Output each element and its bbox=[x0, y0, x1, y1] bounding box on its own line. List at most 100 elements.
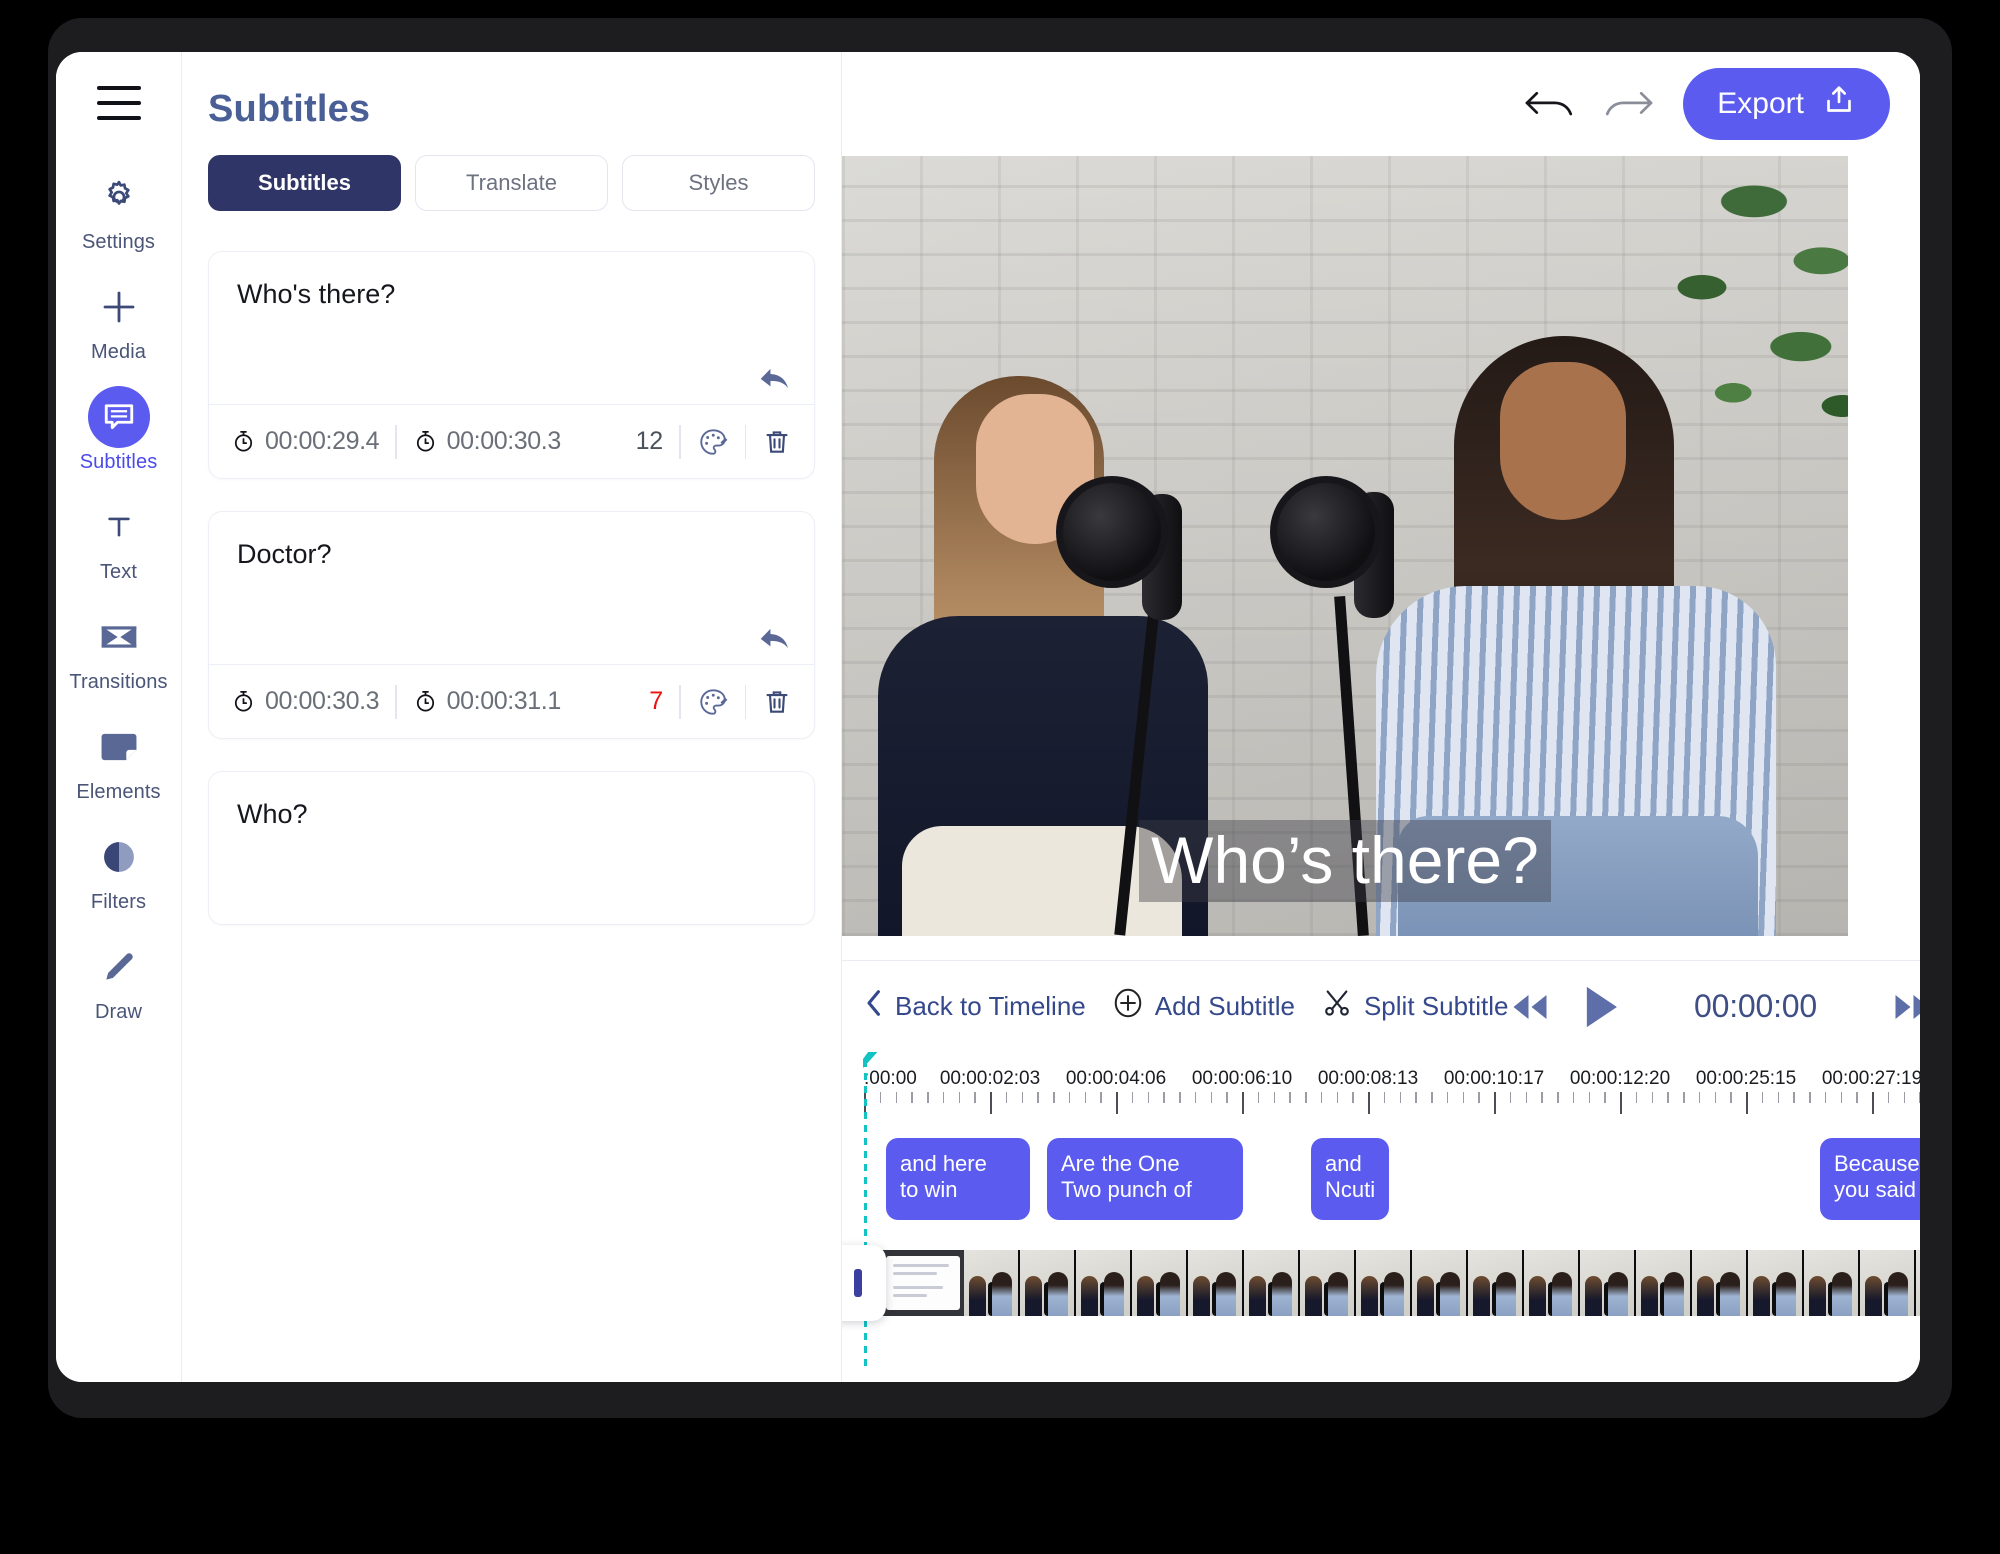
ruler-tick-label: 00:00:12:20 bbox=[1569, 1068, 1671, 1089]
ruler-tick bbox=[1242, 1092, 1244, 1114]
ruler-minor-tick bbox=[1919, 1092, 1920, 1103]
ruler-minor-tick bbox=[1840, 1092, 1842, 1103]
subtitle-clip[interactable]: and Ncuti bbox=[1311, 1138, 1389, 1220]
contrast-circle-icon bbox=[88, 826, 150, 888]
back-to-timeline-button[interactable]: Back to Timeline bbox=[864, 988, 1086, 1025]
ruler-minor-tick bbox=[1714, 1092, 1716, 1103]
subtitle-card[interactable]: Doctor? 00:00:30.3 00:00:31.1 7 bbox=[208, 511, 815, 739]
subtitle-end-time[interactable]: 00:00:31.1 bbox=[413, 687, 561, 716]
undo-arrow-icon[interactable] bbox=[1523, 85, 1575, 123]
sidebar-item-label: Transitions bbox=[69, 671, 168, 693]
sidebar-item-text[interactable]: Text bbox=[56, 496, 181, 584]
export-button[interactable]: Export bbox=[1683, 68, 1890, 140]
tab-subtitles[interactable]: Subtitles bbox=[208, 155, 401, 211]
ruler-minor-tick bbox=[895, 1092, 897, 1103]
ruler-minor-tick bbox=[1336, 1092, 1338, 1103]
app-window: Settings Media Subtitles Text Transition… bbox=[56, 52, 1920, 1382]
microphone-right bbox=[1242, 466, 1492, 936]
subtitle-text: Who? bbox=[237, 799, 308, 829]
filmstrip-frame bbox=[1804, 1250, 1860, 1316]
ruler-minor-tick bbox=[1320, 1092, 1323, 1103]
reply-arrow-icon[interactable] bbox=[754, 362, 796, 396]
subtitle-start-time[interactable]: 00:00:29.4 bbox=[231, 427, 380, 456]
filmstrip-frame bbox=[1188, 1250, 1244, 1316]
hamburger-menu-icon[interactable] bbox=[96, 86, 141, 120]
split-subtitle-button[interactable]: Split Subtitle bbox=[1321, 987, 1509, 1026]
subtitle-clip[interactable]: and here to win bbox=[886, 1138, 1030, 1220]
ruler-minor-tick bbox=[1698, 1092, 1701, 1103]
ruler-minor-tick bbox=[1651, 1092, 1653, 1103]
ruler-minor-tick bbox=[1273, 1092, 1275, 1103]
subtitle-text-editor[interactable]: Who's there? bbox=[209, 252, 814, 404]
sidebar-item-media[interactable]: Media bbox=[56, 276, 181, 364]
filmstrip-frame bbox=[1356, 1250, 1412, 1316]
editor-main-area: Export Who’s there? Back to Timeline Add… bbox=[842, 52, 1920, 1382]
trash-icon[interactable] bbox=[762, 427, 792, 457]
ruler-minor-tick bbox=[1761, 1092, 1764, 1103]
end-time-value: 00:00:31.1 bbox=[446, 687, 562, 715]
subtitle-text-editor[interactable]: Doctor? bbox=[209, 512, 814, 664]
subtitle-text: Doctor? bbox=[237, 539, 332, 569]
microphone-left bbox=[1022, 476, 1272, 936]
timeline-area[interactable]: :00:00 00:00:02:03 00:00:04:06 00:00:06:10 0… bbox=[842, 1052, 1920, 1382]
divider bbox=[679, 424, 681, 459]
ruler-minor-tick bbox=[1163, 1092, 1165, 1103]
ruler-minor-tick bbox=[1667, 1092, 1669, 1103]
filmstrip-frame bbox=[1860, 1250, 1916, 1316]
top-toolbar: Export bbox=[842, 52, 1920, 156]
filmstrip-frame bbox=[1300, 1250, 1356, 1316]
ruler-tick bbox=[1368, 1092, 1370, 1114]
sidebar-item-draw[interactable]: Draw bbox=[56, 936, 181, 1024]
fast-forward-icon[interactable] bbox=[1891, 991, 1920, 1023]
sidebar-item-elements[interactable]: Elements bbox=[56, 716, 181, 804]
video-filmstrip-track[interactable] bbox=[864, 1250, 1920, 1316]
trim-handle-left[interactable] bbox=[842, 1245, 886, 1321]
left-navigation-rail: Settings Media Subtitles Text Transition… bbox=[56, 52, 182, 1382]
ruler-minor-tick bbox=[1509, 1092, 1512, 1103]
subtitle-clip-track[interactable]: and here to win Are the One Two punch of a… bbox=[864, 1138, 1920, 1230]
palette-icon[interactable] bbox=[697, 426, 729, 458]
filmstrip-frame bbox=[1524, 1250, 1580, 1316]
subtitle-end-time[interactable]: 00:00:30.3 bbox=[413, 427, 561, 456]
subtitle-card-footer: 00:00:30.3 00:00:31.1 7 bbox=[209, 664, 814, 738]
ruler-minor-tick bbox=[1305, 1092, 1307, 1103]
ruler-minor-tick bbox=[1147, 1092, 1149, 1103]
sidebar-item-transitions[interactable]: Transitions bbox=[56, 606, 181, 694]
ruler-minor-tick bbox=[1588, 1092, 1590, 1103]
sidebar-item-filters[interactable]: Filters bbox=[56, 826, 181, 914]
timeline-ruler[interactable]: :00:00 00:00:02:03 00:00:04:06 00:00:06:10 0… bbox=[864, 1052, 1920, 1134]
rewind-icon[interactable] bbox=[1509, 991, 1551, 1023]
subtitle-card-list: Who's there? 00:00:29.4 00:00:30.3 12 Do… bbox=[182, 251, 841, 925]
subtitle-start-time[interactable]: 00:00:30.3 bbox=[231, 687, 380, 716]
play-icon[interactable] bbox=[1581, 984, 1621, 1030]
ruler-tick-label: 00:00:06:10 bbox=[1191, 1068, 1293, 1089]
redo-arrow-icon[interactable] bbox=[1603, 85, 1655, 123]
sidebar-item-settings[interactable]: Settings bbox=[56, 166, 181, 254]
tab-translate[interactable]: Translate bbox=[415, 155, 608, 211]
add-subtitle-button[interactable]: Add Subtitle bbox=[1112, 987, 1295, 1026]
filmstrip-frame bbox=[1244, 1250, 1300, 1316]
ruler-minor-tick bbox=[1887, 1092, 1890, 1103]
trash-icon[interactable] bbox=[762, 687, 792, 717]
subtitle-card[interactable]: Who? bbox=[208, 771, 815, 925]
ruler-minor-tick bbox=[1431, 1092, 1433, 1103]
filmstrip-frame bbox=[1468, 1250, 1524, 1316]
subtitle-text-editor[interactable]: Who? bbox=[209, 772, 814, 924]
palette-icon[interactable] bbox=[697, 686, 729, 718]
reply-arrow-icon[interactable] bbox=[754, 622, 796, 656]
timeline-tools: Back to Timeline Add Subtitle Split Subt… bbox=[842, 987, 1509, 1026]
ruler-tick bbox=[1116, 1092, 1118, 1114]
video-player[interactable]: Who’s there? bbox=[842, 156, 1848, 936]
ruler-tick-label: 00:00:02:03 bbox=[939, 1068, 1041, 1089]
ruler-minor-tick bbox=[1289, 1092, 1291, 1103]
tab-styles[interactable]: Styles bbox=[622, 155, 815, 211]
sidebar-item-label: Draw bbox=[94, 1001, 143, 1023]
ruler-minor-tick bbox=[1525, 1092, 1527, 1103]
subtitle-card[interactable]: Who's there? 00:00:29.4 00:00:30.3 12 bbox=[208, 251, 815, 479]
subtitle-clip[interactable]: Are the One Two punch of bbox=[1047, 1138, 1243, 1220]
subtitle-clip[interactable]: Because you said bbox=[1820, 1138, 1920, 1220]
filmstrip-frame bbox=[1916, 1250, 1920, 1316]
sidebar-item-subtitles[interactable]: Subtitles bbox=[56, 386, 181, 474]
split-subtitle-label: Split Subtitle bbox=[1363, 991, 1509, 1021]
plus-circle-icon bbox=[1112, 987, 1144, 1026]
